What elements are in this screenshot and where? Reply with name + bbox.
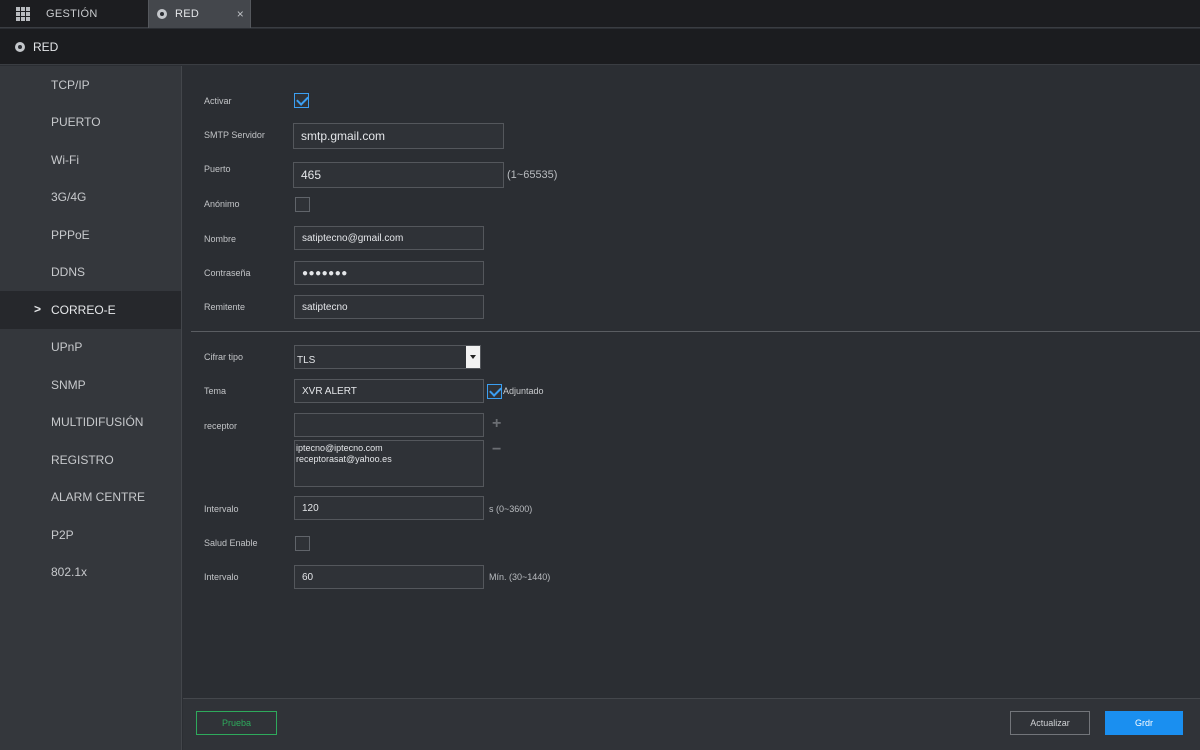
save-button[interactable]: Grdr (1105, 711, 1183, 735)
sidebar-item-puerto[interactable]: PUERTO (0, 104, 181, 142)
sidebar-item-label: DDNS (51, 265, 86, 280)
health-enable-checkbox[interactable] (295, 536, 310, 551)
encryption-label: Cifrar tipo (204, 352, 244, 362)
sidebar-item-correo-e[interactable]: > CORREO-E (0, 291, 181, 329)
sidebar-item-tcpip[interactable]: TCP/IP (0, 66, 181, 104)
receiver-label: receptor (204, 421, 238, 431)
sidebar-item-pppoe[interactable]: PPPoE (0, 216, 181, 254)
sidebar-item-label: 802.1x (51, 565, 88, 580)
encryption-select-value: TLS (297, 354, 316, 366)
list-item[interactable]: iptecno@iptecno.com (296, 443, 482, 454)
sidebar-item-upnp[interactable]: UPnP (0, 329, 181, 367)
network-gear-icon (15, 41, 25, 52)
tab-bar: GESTIÓN RED × (0, 0, 1200, 28)
password-input[interactable]: ●●●●●●● (294, 261, 484, 285)
sidebar-item-3g4g[interactable]: 3G/4G (0, 179, 181, 217)
email-settings-panel: Activar SMTP Servidor smtp.gmail.com Pue… (183, 66, 1200, 698)
smtp-server-input[interactable]: smtp.gmail.com (293, 123, 504, 149)
username-label: Nombre (204, 234, 237, 244)
health-interval-label: Intervalo (204, 572, 239, 582)
sidebar-item-label: 3G/4G (51, 190, 87, 205)
subject-label: Tema (204, 386, 227, 396)
sidebar-item-wifi[interactable]: Wi-Fi (0, 141, 181, 179)
interval-unit-hint: s (0~3600) (489, 504, 533, 514)
close-tab-icon[interactable]: × (237, 7, 244, 21)
sidebar-item-label: REGISTRO (51, 452, 114, 467)
sidebar-item-label: SNMP (51, 377, 86, 392)
health-interval-input[interactable]: 60 (294, 565, 484, 589)
interval-label: Intervalo (204, 504, 239, 514)
chevron-down-icon[interactable] (466, 346, 480, 368)
page-title: RED (33, 39, 59, 54)
port-label: Puerto (204, 164, 231, 174)
sidebar-item-multidifusion[interactable]: MULTIDIFUSIÓN (0, 404, 181, 442)
smtp-server-label: SMTP Servidor (204, 130, 265, 140)
sidebar-item-label: CORREO-E (51, 302, 116, 317)
port-range-hint: (1~65535) (507, 169, 558, 181)
sidebar-item-label: PUERTO (51, 115, 101, 130)
sidebar-item-label: P2P (51, 527, 74, 542)
sidebar-item-snmp[interactable]: SNMP (0, 366, 181, 404)
enable-label: Activar (204, 96, 232, 106)
receiver-input[interactable] (294, 413, 484, 437)
sidebar-item-ddns[interactable]: DDNS (0, 254, 181, 292)
list-item[interactable]: receptorasat@yahoo.es (296, 454, 482, 465)
sidebar-item-8021x[interactable]: 802.1x (0, 554, 181, 592)
grid-menu-icon (16, 7, 30, 21)
section-divider (191, 331, 1200, 332)
tab-red[interactable]: RED × (148, 0, 251, 28)
sender-label: Remitente (204, 302, 246, 312)
receiver-list[interactable]: iptecno@iptecno.com receptorasat@yahoo.e… (294, 440, 484, 487)
health-enable-label: Salud Enable (204, 538, 258, 548)
port-input[interactable]: 465 (293, 162, 504, 188)
sidebar-item-label: Wi-Fi (51, 152, 79, 167)
attachment-checkbox[interactable] (487, 384, 502, 399)
tab-gestion[interactable]: GESTIÓN (0, 0, 148, 28)
sidebar: TCP/IP PUERTO Wi-Fi 3G/4G PPPoE DDNS > C… (0, 66, 182, 750)
sender-input[interactable]: satiptecno (294, 295, 484, 319)
password-label: Contraseña (204, 268, 251, 278)
test-button[interactable]: Prueba (196, 711, 277, 735)
attachment-label: Adjuntado (503, 386, 544, 396)
tab-gestion-label: GESTIÓN (46, 8, 98, 20)
page-title-bar: RED (0, 29, 1200, 65)
chevron-right-icon: > (34, 302, 42, 316)
anonymous-checkbox[interactable] (295, 197, 310, 212)
subject-input[interactable]: XVR ALERT (294, 379, 484, 403)
sidebar-item-alarm-centre[interactable]: ALARM CENTRE (0, 479, 181, 517)
health-interval-unit-hint: Mín. (30~1440) (489, 572, 551, 582)
sidebar-item-label: MULTIDIFUSIÓN (51, 415, 144, 430)
anonymous-label: Anónimo (204, 199, 240, 209)
sidebar-item-label: ALARM CENTRE (51, 490, 146, 505)
refresh-button[interactable]: Actualizar (1010, 711, 1090, 735)
enable-checkbox[interactable] (294, 93, 309, 108)
sidebar-item-label: UPnP (51, 340, 83, 355)
interval-input[interactable]: 120 (294, 496, 484, 520)
sidebar-item-label: PPPoE (51, 227, 90, 242)
action-bar: Prueba Actualizar Grdr (183, 698, 1200, 750)
encryption-select[interactable]: TLS (294, 345, 481, 369)
remove-receiver-icon[interactable]: − (492, 441, 501, 459)
tab-red-label: RED (175, 8, 200, 20)
network-gear-icon (157, 9, 167, 19)
add-receiver-icon[interactable]: + (492, 415, 501, 433)
sidebar-item-label: TCP/IP (51, 77, 90, 92)
sidebar-item-registro[interactable]: REGISTRO (0, 441, 181, 479)
sidebar-item-p2p[interactable]: P2P (0, 516, 181, 554)
username-input[interactable]: satiptecno@gmail.com (294, 226, 484, 250)
